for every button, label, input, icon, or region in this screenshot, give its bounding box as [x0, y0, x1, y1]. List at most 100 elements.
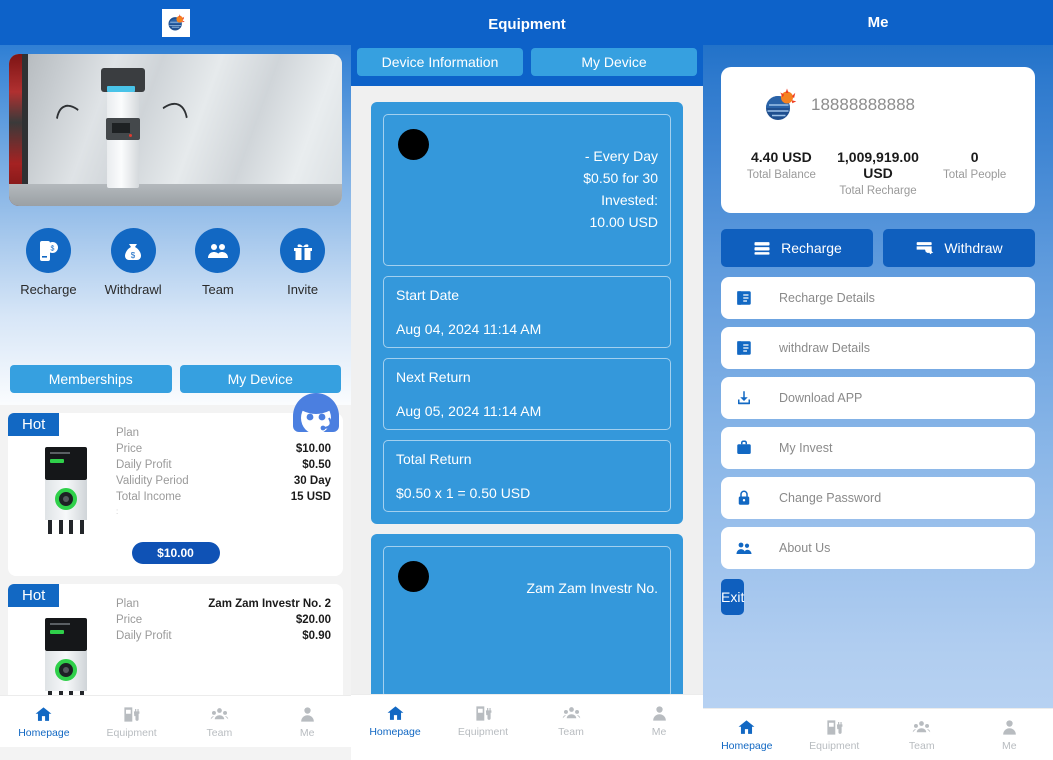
quick-action-withdrawl[interactable]: $ Withdrawl [91, 228, 176, 297]
recharge-label: Recharge [781, 240, 842, 256]
field-label: Next Return [396, 369, 471, 385]
equipment-summary: Zam Zam Investr No. [383, 546, 671, 698]
row-key: Validity Period [116, 475, 189, 487]
stacked-cards-icon [754, 242, 770, 255]
menu-item-my-invest[interactable]: My Invest [721, 427, 1035, 469]
summary-line: Zam Zam Investr No. [526, 580, 658, 596]
tab-device-information[interactable]: Device Information [357, 48, 523, 76]
equipment-list: - Every Day $0.50 for 30 Invested: 10.00… [351, 86, 703, 710]
profile-phone: 18888888888 [811, 95, 916, 114]
app-logo-icon [766, 88, 797, 120]
panel2-bottom-nav: Homepage Equipment Team Me [351, 694, 703, 746]
equipment-summary-text: Zam Zam Investr No. [527, 577, 658, 599]
mobile-money-icon: $ [25, 228, 71, 273]
download-icon [738, 391, 750, 405]
nav-label: Equipment [809, 739, 860, 752]
nav-equipment[interactable]: Equipment [791, 709, 879, 760]
row-value: $0.50 [302, 459, 331, 471]
users-icon [736, 542, 752, 554]
nav-equipment[interactable]: Equipment [439, 695, 527, 746]
summary-line: 10.00 USD [589, 214, 658, 230]
nav-label: Homepage [721, 739, 773, 752]
product-row: Daily Profit $0.90 [116, 628, 331, 644]
equipment-card[interactable]: - Every Day $0.50 for 30 Invested: 10.00… [371, 102, 683, 524]
nav-team[interactable]: Team [527, 695, 615, 746]
product-image [20, 596, 112, 705]
menu-item-about-us[interactable]: About Us [721, 527, 1035, 569]
equipment-summary-text: - Every Day $0.50 for 30 Invested: 10.00… [583, 145, 658, 233]
nav-homepage[interactable]: Homepage [703, 709, 791, 760]
person-icon [1002, 719, 1016, 735]
row-key: Price [116, 614, 143, 626]
home-icon [35, 706, 52, 721]
buy-button[interactable]: $10.00 [131, 542, 220, 564]
nav-equipment[interactable]: Equipment [88, 696, 176, 747]
field-value: $0.50 x 1 = 0.50 USD [396, 485, 531, 501]
nav-homepage[interactable]: Homepage [0, 696, 88, 747]
row-value: 30 Day [293, 475, 331, 487]
exit-button[interactable]: Exit [721, 579, 745, 615]
stat-value: 1,009,919.00 USD [837, 149, 919, 181]
phone-panel-me: Me 18888888888 4.40 USD Total Balance 1,… [703, 0, 1053, 760]
nav-me[interactable]: Me [615, 695, 703, 746]
stat-value: 0 [970, 149, 979, 165]
profile-stats: 4.40 USD Total Balance 1,009,919.00 USD … [733, 149, 1023, 197]
withdraw-button[interactable]: Withdraw [883, 229, 1035, 267]
row-key: Daily Profit [116, 630, 172, 642]
nav-team[interactable]: Team [878, 709, 966, 760]
team-icon [210, 707, 229, 719]
profile-menu: Recharge Details withdraw Details Downlo… [721, 277, 1035, 569]
gift-icon [280, 228, 326, 273]
nav-label: Homepage [18, 726, 70, 739]
phone-panel-homepage: $ Recharge $ Withdrawl Team Invite Membe… [0, 0, 351, 760]
person-icon [300, 706, 314, 722]
money-bag-icon: $ [110, 228, 156, 273]
stat-total-recharge: 1,009,919.00 USD Total Recharge [830, 149, 927, 197]
nav-homepage[interactable]: Homepage [351, 695, 439, 746]
customer-service-avatar-icon[interactable] [285, 382, 347, 444]
nav-label: Homepage [369, 725, 421, 738]
menu-item-download-app[interactable]: Download APP [721, 377, 1035, 419]
team-icon [913, 720, 931, 732]
menu-label: Download APP [779, 391, 863, 405]
nav-team[interactable]: Team [176, 696, 264, 747]
summary-line: $0.50 for 30 [583, 170, 658, 186]
charger-icon [124, 706, 140, 722]
row-value: Zam Zam Investr No. 2 [208, 598, 331, 610]
three-phone-screenshot: $ Recharge $ Withdrawl Team Invite Membe… [0, 0, 1053, 760]
summary-line: - Every Day [584, 148, 658, 164]
menu-item-withdraw-details[interactable]: withdraw Details [721, 327, 1035, 369]
nav-me[interactable]: Me [263, 696, 351, 747]
product-row: Plan Zam Zam Investr No. 2 [116, 596, 331, 612]
row-key: Plan [116, 427, 140, 439]
tab-memberships[interactable]: Memberships [10, 365, 172, 393]
row-key: Plan [116, 598, 140, 610]
equipment-field-next-return: Next Return Aug 05, 2024 11:14 AM [383, 358, 671, 430]
quick-action-recharge[interactable]: $ Recharge [6, 228, 91, 297]
panel1-bottom-nav: Homepage Equipment Team Me [0, 695, 351, 747]
recharge-button[interactable]: Recharge [721, 229, 873, 267]
device-thumb-icon [398, 129, 429, 160]
stat-value: 4.40 USD [750, 149, 812, 165]
list-card-icon [737, 341, 751, 355]
nav-label: Team [908, 739, 935, 752]
app-logo-glyph [168, 13, 185, 30]
menu-item-recharge-details[interactable]: Recharge Details [721, 277, 1035, 319]
menu-item-change-password[interactable]: Change Password [721, 477, 1035, 519]
quick-action-invite[interactable]: Invite [260, 228, 345, 297]
stat-total-balance: 4.40 USD Total Balance [733, 149, 830, 197]
quick-action-team[interactable]: Team [176, 228, 261, 297]
field-label: Total Return [396, 451, 472, 467]
row-value: $20.00 [295, 614, 331, 626]
menu-label: About Us [779, 541, 831, 555]
product-row: Total Income 15 USD [116, 489, 331, 505]
tab-my-device[interactable]: My Device [531, 48, 697, 76]
field-label: Start Date [396, 287, 460, 303]
summary-line: Invested: [601, 192, 658, 208]
equipment-card[interactable]: Zam Zam Investr No. [371, 534, 683, 710]
nav-me[interactable]: Me [966, 709, 1053, 760]
people-icon [195, 228, 241, 273]
profile-actions: Recharge Withdraw [721, 229, 1035, 267]
briefcase-icon [737, 440, 751, 454]
stat-total-people: 0 Total People [926, 149, 1023, 197]
